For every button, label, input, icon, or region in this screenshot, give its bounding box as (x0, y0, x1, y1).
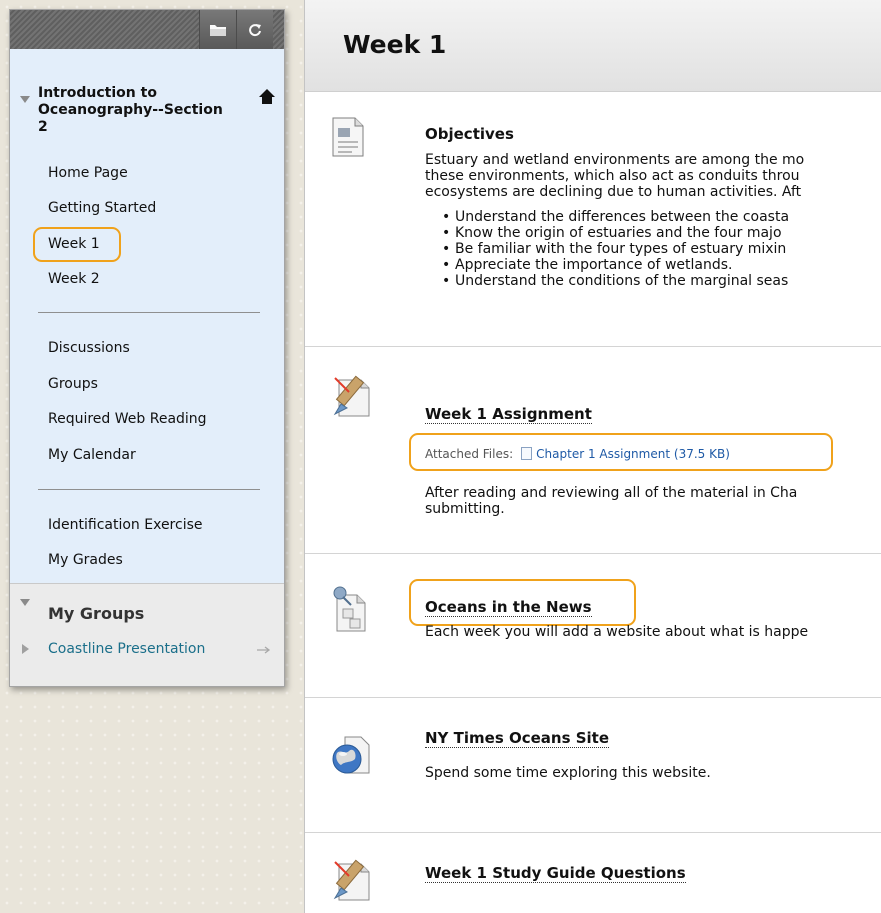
home-icon[interactable] (258, 88, 276, 105)
course-title: Introduction to Oceanography--Section 2 (38, 85, 223, 135)
my-groups-title: My Groups (48, 604, 145, 623)
list-item: Understand the differences between the c… (442, 209, 789, 225)
item-paragraph: Each week you will add a website about w… (425, 624, 809, 640)
document-icon (332, 117, 364, 157)
menu-link-required-web-reading[interactable]: Required Web Reading (48, 411, 207, 427)
attached-files-row: Attached Files: Chapter 1 Assignment (37.… (425, 447, 730, 461)
content-item: Week 1 Study Guide Questions (305, 834, 881, 913)
list-item: Know the origin of estuaries and the fou… (442, 225, 789, 241)
file-icon (521, 447, 533, 460)
page-title: Week 1 (343, 30, 447, 59)
course-menu: Introduction to Oceanography--Section 2 … (10, 49, 284, 583)
folder-icon (210, 24, 226, 36)
item-title: Objectives (425, 125, 514, 143)
collapse-caret-icon[interactable] (20, 599, 30, 606)
menu-link-discussions[interactable]: Discussions (48, 340, 130, 356)
refresh-button[interactable] (236, 10, 273, 49)
item-paragraph: Estuary and wetland environments are amo… (425, 152, 805, 200)
ny-times-oceans-link[interactable]: NY Times Oceans Site (425, 729, 610, 748)
list-item: Appreciate the importance of wetlands. (442, 257, 789, 273)
content-item: Week 1 Assignment Attached Files: Chapter… (305, 348, 881, 554)
attached-files-label: Attached Files: (425, 447, 514, 461)
menu-link-my-calendar[interactable]: My Calendar (48, 447, 136, 463)
menu-link-identification-exercise[interactable]: Identification Exercise (48, 517, 203, 533)
menu-link-week-2[interactable]: Week 2 (48, 271, 100, 287)
arrow-right-icon[interactable] (257, 646, 271, 654)
page-header: Week 1 (305, 0, 881, 92)
refresh-icon (249, 23, 261, 36)
content-area: Week 1 Objectives Estuary and wetland en… (304, 0, 881, 913)
menu-divider (38, 312, 260, 313)
group-link-coastline-presentation[interactable]: Coastline Presentation (48, 641, 205, 657)
globe-icon (332, 736, 370, 774)
my-groups-section: My Groups Coastline Presentation (10, 583, 284, 686)
blog-icon (333, 586, 366, 632)
list-item: Be familiar with the four types of estua… (442, 241, 789, 257)
menu-link-home-page[interactable]: Home Page (48, 165, 128, 181)
attached-file-link[interactable]: Chapter 1 Assignment (536, 447, 670, 461)
list-item: Understand the conditions of the margina… (442, 273, 789, 289)
content-item: Oceans in the News Each week you will ad… (305, 555, 881, 698)
item-paragraph: Spend some time exploring this website. (425, 765, 711, 781)
course-menu-panel: Introduction to Oceanography--Section 2 … (9, 9, 285, 687)
assignment-title-link[interactable]: Week 1 Assignment (425, 405, 592, 424)
content-item: Objectives Estuary and wetland environme… (305, 92, 881, 347)
oceans-in-the-news-link[interactable]: Oceans in the News (425, 598, 592, 617)
menu-divider (38, 489, 260, 490)
menu-link-week-1[interactable]: Week 1 (48, 236, 100, 252)
menu-link-getting-started[interactable]: Getting Started (48, 200, 156, 216)
folder-view-button[interactable] (199, 10, 236, 49)
study-guide-link[interactable]: Week 1 Study Guide Questions (425, 864, 686, 883)
collapse-caret-icon[interactable] (20, 96, 30, 103)
menu-link-groups[interactable]: Groups (48, 376, 98, 392)
item-paragraph: After reading and reviewing all of the m… (425, 485, 798, 517)
expand-caret-icon[interactable] (22, 644, 29, 654)
course-menu-toolbar (10, 10, 284, 49)
objectives-list: Understand the differences between the c… (442, 209, 789, 289)
assignment-icon (333, 859, 370, 901)
menu-link-my-grades[interactable]: My Grades (48, 552, 123, 568)
assignment-icon (333, 375, 370, 417)
attached-file-size: (37.5 KB) (673, 447, 730, 461)
content-item: NY Times Oceans Site Spend some time exp… (305, 699, 881, 833)
